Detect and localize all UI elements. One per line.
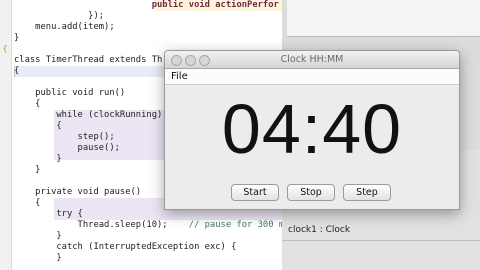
code-line: catch (InterruptedException exc) { — [14, 242, 237, 252]
status-text: clock1 : Clock — [288, 225, 351, 235]
code-line: private void pause() — [14, 187, 142, 197]
step-button[interactable]: Step — [343, 184, 391, 201]
code-line: Thread.sleep(10); // pause for 300 m — [14, 220, 285, 231]
window-title: Clock HH:MM — [280, 54, 344, 65]
code-line: while (clockRunning) — [14, 110, 163, 120]
menu-file[interactable]: File — [171, 69, 188, 84]
code-line: pause(); — [14, 143, 120, 153]
code-line: { — [14, 121, 62, 131]
code-line: { — [14, 99, 41, 109]
code-line: try { — [14, 209, 83, 219]
code-line: } — [14, 231, 62, 241]
code-line: }); — [14, 11, 105, 21]
code-line: } — [14, 33, 20, 43]
code-line: public void actionPerfor — [14, 0, 279, 11]
code-line: } — [14, 154, 62, 164]
code-line-text: class TimerThread extends Th — [14, 55, 163, 65]
class-window-panel — [287, 0, 480, 37]
code-line: step(); — [14, 132, 115, 142]
title-bar[interactable]: Clock HH:MM — [165, 51, 459, 69]
menu-bar: File — [165, 69, 459, 85]
code-line: { — [14, 66, 20, 76]
editor-gutter — [0, 0, 12, 270]
code-line: } — [14, 165, 41, 175]
code-line: class TimerThread extends Th — [14, 55, 162, 66]
code-line: { — [14, 198, 41, 208]
code-line: public void run() — [14, 88, 126, 98]
clock-window[interactable]: Clock HH:MM File 04:40 Start Stop Step — [164, 50, 460, 210]
code-line: } — [14, 253, 62, 263]
divider — [282, 240, 480, 241]
start-button[interactable]: Start — [231, 184, 279, 201]
stop-button[interactable]: Stop — [287, 184, 335, 201]
code-line: menu.add(item); — [14, 22, 115, 32]
code-line-text: Thread.sleep(10); — [14, 220, 168, 230]
code-line-text: public void actionPerfor — [14, 0, 279, 10]
fold-marker-icon[interactable] — [0, 43, 10, 54]
code-comment: // pause for 300 m — [188, 220, 285, 230]
clock-display: 04:40 — [221, 90, 403, 168]
